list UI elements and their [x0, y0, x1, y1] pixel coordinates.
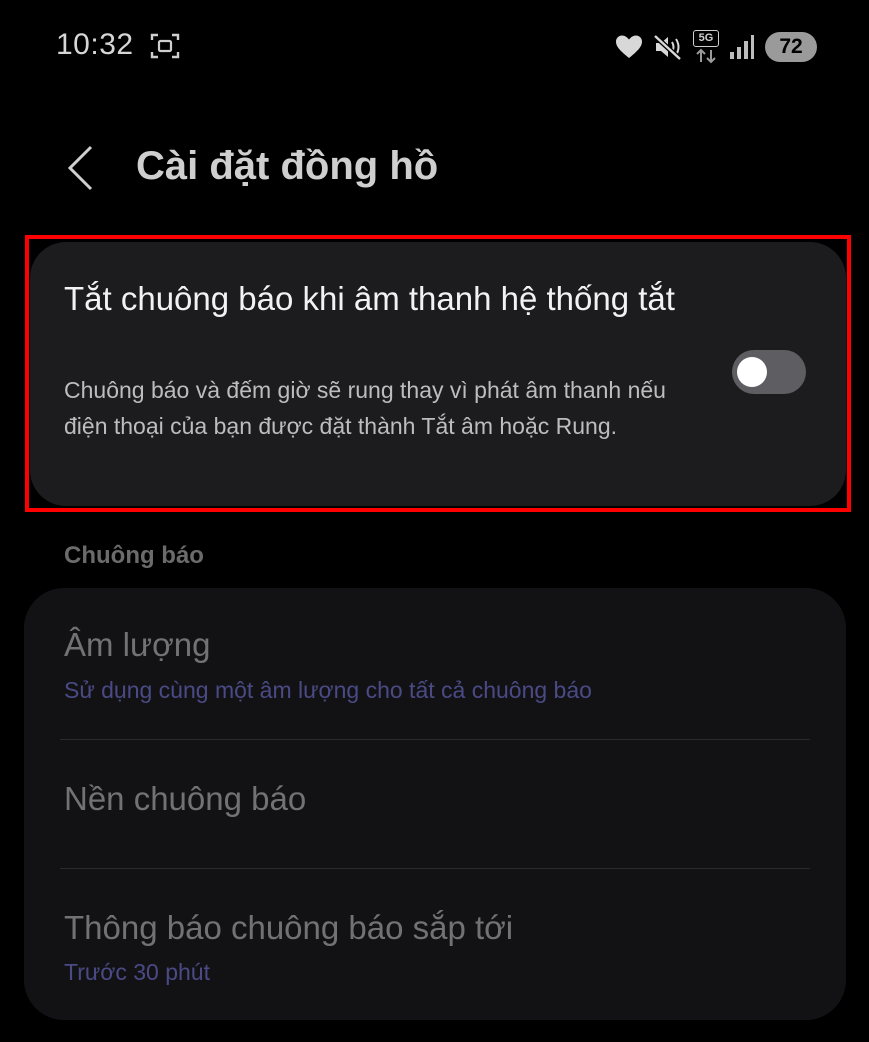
item-title: Nền chuông báo [64, 780, 307, 817]
battery-indicator: 72 [765, 32, 817, 62]
network-label: 5G [693, 30, 719, 47]
list-item-alarm-background[interactable]: Nền chuông báo [24, 740, 846, 868]
alarm-settings-list: Âm lượng Sử dụng cùng một âm lượng cho t… [24, 588, 846, 1020]
item-title: Âm lượng [64, 626, 211, 663]
heart-icon [615, 34, 643, 60]
status-icons: 5G 72 [615, 30, 817, 64]
status-time: 10:32 [56, 28, 134, 61]
page-title: Cài đặt đồng hồ [136, 144, 439, 188]
highlight-box [25, 235, 851, 512]
list-item-volume[interactable]: Âm lượng Sử dụng cùng một âm lượng cho t… [24, 588, 846, 738]
screenshot-icon [150, 32, 180, 60]
back-button[interactable] [58, 140, 102, 196]
item-title: Thông báo chuông báo sắp tới [64, 909, 514, 946]
list-item-upcoming-alarm[interactable]: Thông báo chuông báo sắp tới Trước 30 ph… [24, 869, 846, 1020]
status-bar: 10:32 5G 72 [0, 0, 869, 96]
mute-icon [653, 33, 683, 61]
signal-icon [729, 34, 755, 60]
back-chevron-icon [67, 145, 93, 191]
section-label-alarm: Chuông báo [64, 542, 204, 569]
network-5g-icon: 5G [693, 30, 719, 64]
item-subtitle: Sử dụng cùng một âm lượng cho tất cả chu… [64, 677, 592, 703]
app-header: Cài đặt đồng hồ [0, 120, 869, 216]
item-subtitle: Trước 30 phút [64, 959, 210, 985]
